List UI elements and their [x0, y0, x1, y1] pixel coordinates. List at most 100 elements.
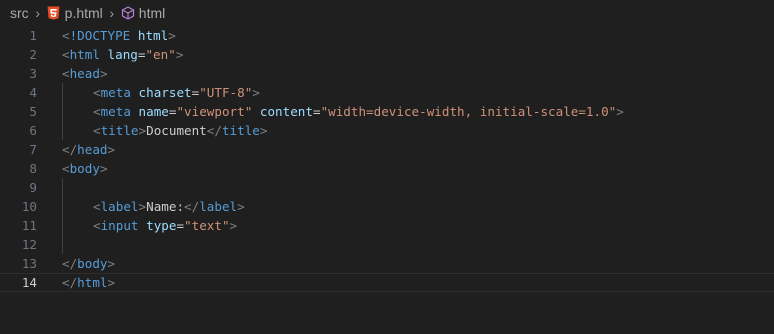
indent-guide	[62, 216, 63, 235]
code-line[interactable]: 5 <meta name="viewport" content="width=de…	[0, 102, 774, 121]
code-token: name	[138, 104, 169, 119]
code-token: </	[206, 123, 222, 138]
code-token: >	[107, 256, 116, 271]
code-text: <meta charset="UTF-8">	[93, 83, 260, 102]
code-token: html	[137, 28, 169, 43]
line-number: 14	[21, 275, 37, 290]
code-token: >	[229, 218, 238, 233]
code-token: >	[99, 66, 108, 81]
code-line[interactable]: 9	[0, 178, 774, 197]
line-number: 12	[21, 237, 37, 252]
code-token: =	[312, 104, 321, 119]
code-token: <	[93, 123, 101, 138]
code-token: >	[107, 142, 116, 157]
code-line[interactable]: 8 <body>	[0, 159, 774, 178]
code-token: type	[146, 218, 177, 233]
indent-guide	[62, 102, 63, 121]
chevron-right-icon: ›	[109, 5, 115, 21]
breadcrumb-folder-label: src	[10, 5, 29, 21]
code-token: meta	[100, 104, 131, 119]
line-number: 2	[29, 47, 37, 62]
code-token: </	[62, 142, 78, 157]
code-line[interactable]: 10 <label>Name:</label>	[0, 197, 774, 216]
code-token: >	[237, 199, 245, 214]
line-number: 5	[29, 104, 37, 119]
code-text: <!DOCTYPE html>	[62, 26, 176, 45]
code-text: </head>	[62, 140, 115, 159]
breadcrumb-folder[interactable]: src	[10, 5, 29, 21]
line-number: 8	[29, 161, 37, 176]
code-line[interactable]: 12	[0, 235, 774, 254]
code-token: label	[199, 199, 238, 214]
code-line[interactable]: 14 </html>	[0, 273, 774, 292]
code-token: =	[176, 218, 185, 233]
code-token: Name:	[146, 199, 185, 214]
indent-guide	[62, 178, 63, 197]
code-token: </	[62, 256, 78, 271]
code-token: head	[69, 66, 100, 81]
code-token: meta	[100, 85, 131, 100]
code-text: </body>	[62, 254, 115, 273]
code-token: charset	[138, 85, 192, 100]
code-editor[interactable]: 1 <!DOCTYPE html> 2 <html lang="en"> 3 <head>…	[0, 26, 774, 292]
line-number: 11	[21, 218, 37, 233]
line-number: 9	[29, 180, 37, 195]
code-line[interactable]: 7 </head>	[0, 140, 774, 159]
code-token: Document	[146, 123, 207, 138]
indent-guide	[62, 235, 63, 254]
breadcrumb-symbol-label: html	[138, 5, 166, 21]
code-token: "UTF-8"	[199, 85, 253, 100]
code-token: <	[62, 66, 70, 81]
code-text: <meta name="viewport" content="width=dev…	[93, 102, 624, 121]
code-token: content	[259, 104, 313, 119]
code-line[interactable]: 6 <title>Document</title>	[0, 121, 774, 140]
code-line[interactable]: 11 <input type="text">	[0, 216, 774, 235]
breadcrumb-file-label: p.html	[64, 5, 103, 21]
code-line[interactable]: 4 <meta charset="UTF-8">	[0, 83, 774, 102]
code-line[interactable]: 2 <html lang="en">	[0, 45, 774, 64]
code-token: html	[69, 47, 100, 62]
code-token: title	[100, 123, 139, 138]
code-token: >	[138, 199, 147, 214]
code-text: <title>Document</title>	[93, 121, 267, 140]
code-token: <	[93, 199, 101, 214]
code-text: <head>	[62, 64, 108, 83]
code-line[interactable]: 13 </body>	[0, 254, 774, 273]
breadcrumb: src › p.html › html	[0, 0, 774, 26]
breadcrumb-symbol[interactable]: html	[121, 5, 165, 21]
code-line[interactable]: 3 <head>	[0, 64, 774, 83]
line-number: 7	[29, 142, 37, 157]
code-token: <	[62, 28, 70, 43]
code-token: </	[184, 199, 200, 214]
html5-icon	[47, 6, 60, 20]
code-text: <body>	[62, 159, 108, 178]
code-token: >	[252, 85, 260, 100]
code-token: >	[107, 275, 116, 290]
code-token: <	[93, 104, 101, 119]
line-number: 13	[21, 256, 37, 271]
code-token: <	[93, 85, 101, 100]
line-number: 3	[29, 66, 37, 81]
code-text: <input type="text">	[93, 216, 237, 235]
code-text: <html lang="en">	[62, 45, 183, 64]
breadcrumb-file[interactable]: p.html	[47, 5, 103, 21]
code-token: </	[62, 275, 78, 290]
line-number: 4	[29, 85, 37, 100]
indent-guide	[62, 197, 63, 216]
code-line[interactable]: 1 <!DOCTYPE html>	[0, 26, 774, 45]
code-token: <	[62, 161, 70, 176]
line-number: 10	[21, 199, 37, 214]
line-number: 1	[29, 28, 37, 43]
code-token: >	[168, 28, 176, 43]
code-token: >	[138, 123, 147, 138]
line-number: 6	[29, 123, 37, 138]
code-token: label	[100, 199, 139, 214]
cube-icon	[121, 6, 134, 20]
code-text: </html>	[62, 274, 115, 291]
code-token: "width=device-width, initial-scale=1.0"	[320, 104, 617, 119]
